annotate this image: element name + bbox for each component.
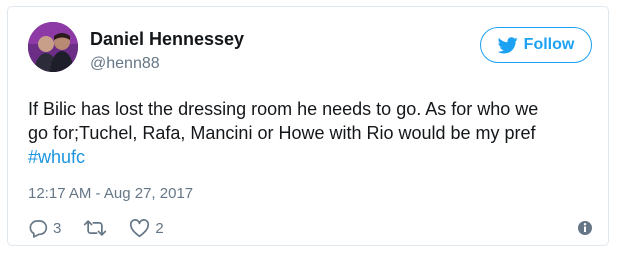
- hashtag-link[interactable]: #whufc: [28, 145, 603, 169]
- reply-count: 3: [53, 219, 62, 237]
- heart-icon: [129, 218, 150, 238]
- action-bar: 3 2: [28, 217, 164, 239]
- like-button[interactable]: 2: [129, 218, 164, 238]
- tweet-text-line: go for;Tuchel, Rafa, Mancini or Howe wit…: [28, 123, 536, 143]
- author-name[interactable]: Daniel Hennessey: [90, 29, 244, 50]
- timestamp[interactable]: 12:17 AM - Aug 27, 2017: [28, 185, 193, 202]
- tweet-card: Daniel Hennessey @henn88 Follow If Bilic…: [7, 6, 609, 246]
- info-icon[interactable]: [576, 219, 594, 237]
- tweet-text-line: If Bilic has lost the dressing room he n…: [28, 99, 539, 119]
- retweet-button[interactable]: [83, 219, 107, 237]
- retweet-icon: [83, 219, 107, 237]
- tweet-text: If Bilic has lost the dressing room he n…: [28, 97, 603, 169]
- reply-icon: [28, 219, 48, 238]
- author-handle[interactable]: @henn88: [90, 55, 160, 73]
- like-count: 2: [155, 219, 164, 237]
- follow-button[interactable]: Follow: [480, 27, 592, 63]
- avatar[interactable]: [28, 22, 78, 72]
- reply-button[interactable]: 3: [28, 219, 61, 238]
- bird-icon: [497, 36, 518, 54]
- follow-button-label: Follow: [523, 36, 575, 53]
